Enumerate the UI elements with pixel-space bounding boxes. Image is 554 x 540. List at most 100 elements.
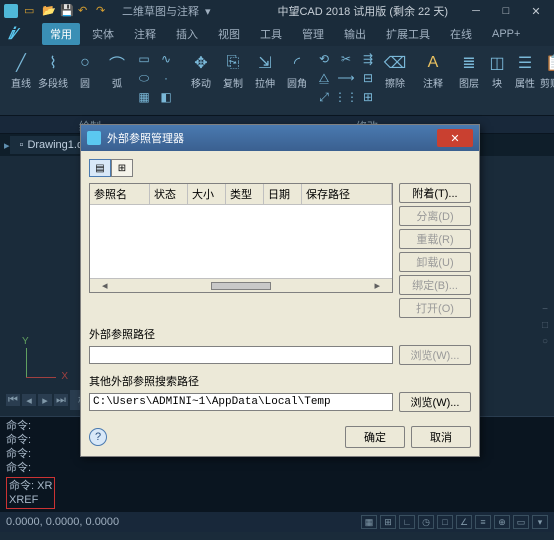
attach-button[interactable]: 附着(T)...	[399, 183, 471, 203]
workspace-label[interactable]: 二维草图与注释	[122, 3, 199, 19]
reload-button[interactable]: 重载(R)	[399, 229, 471, 249]
tab-tools[interactable]: 工具	[252, 23, 290, 45]
line-button[interactable]: ╱直线	[6, 50, 36, 92]
bind-button[interactable]: 绑定(B)...	[399, 275, 471, 295]
xref-path-input[interactable]	[89, 346, 393, 364]
dyn-toggle-icon[interactable]: ⊕	[494, 515, 510, 529]
erase-button[interactable]: ⌫擦除	[380, 50, 410, 92]
rect-icon[interactable]: ▭	[134, 50, 154, 68]
tab-solid[interactable]: 实体	[84, 23, 122, 45]
dialog-close-button[interactable]: ✕	[437, 129, 473, 147]
layer-button[interactable]: ≣图层	[456, 50, 482, 111]
open-icon[interactable]: 📂	[42, 4, 56, 18]
tab-annotate[interactable]: 注释	[126, 23, 164, 45]
mirror-icon[interactable]: ⧋	[314, 69, 334, 87]
view-first-icon[interactable]: ⏮	[6, 394, 20, 406]
otrack-toggle-icon[interactable]: ∠	[456, 515, 472, 529]
side-minus-icon[interactable]: −	[538, 304, 552, 318]
ellipse-icon[interactable]: ⬭	[134, 69, 154, 87]
browse2-button[interactable]: 浏览(W)...	[399, 392, 471, 412]
tab-view[interactable]: 视图	[210, 23, 248, 45]
save-icon[interactable]: 💾	[60, 4, 74, 18]
osnap-toggle-icon[interactable]: □	[437, 515, 453, 529]
array-icon[interactable]: ⋮⋮	[336, 88, 356, 106]
close-button[interactable]: ✕	[522, 3, 550, 19]
workspace-dropdown-icon[interactable]: ▾	[205, 5, 211, 18]
copy-button[interactable]: ⎘复制	[218, 50, 248, 92]
ucs-icon: Y X	[18, 346, 58, 386]
minimize-button[interactable]: ─	[462, 3, 490, 19]
offset-icon[interactable]: ⇶	[358, 50, 378, 68]
help-icon[interactable]: ?	[89, 428, 107, 446]
props-button[interactable]: ☰属性	[512, 50, 538, 111]
col-path[interactable]: 保存路径	[302, 184, 392, 204]
tab-manage[interactable]: 管理	[294, 23, 332, 45]
other-path-input[interactable]	[89, 393, 393, 411]
undo-icon[interactable]: ↶	[78, 4, 92, 18]
arc-button[interactable]: ⌒弧	[102, 50, 132, 92]
list-content[interactable]	[90, 205, 392, 278]
app-logo-small	[4, 4, 18, 18]
tab-express[interactable]: 扩展工具	[378, 23, 438, 45]
col-type[interactable]: 类型	[226, 184, 264, 204]
tab-common[interactable]: 常用	[42, 23, 80, 45]
clipboard-button[interactable]: 📋剪贴板	[540, 50, 554, 111]
ok-button[interactable]: 确定	[345, 426, 405, 448]
polyline-button[interactable]: ⌇多段线	[38, 50, 68, 92]
tree-view-button[interactable]: ⊞	[111, 159, 133, 177]
lwt-toggle-icon[interactable]: ≡	[475, 515, 491, 529]
xref-path-label: 外部参照路径	[89, 326, 471, 342]
tab-online[interactable]: 在线	[442, 23, 480, 45]
detach-button[interactable]: 分离(D)	[399, 206, 471, 226]
cancel-button[interactable]: 取消	[411, 426, 471, 448]
join-icon[interactable]: ⊞	[358, 88, 378, 106]
view-next-icon[interactable]: ▸	[38, 394, 52, 406]
new-icon[interactable]: ▭	[24, 4, 38, 18]
tab-insert[interactable]: 插入	[168, 23, 206, 45]
hatch-icon[interactable]: ▦	[134, 88, 154, 106]
fillet-button[interactable]: ◜圆角	[282, 50, 312, 92]
region-icon[interactable]: ◧	[156, 88, 176, 106]
view-prev-icon[interactable]: ◂	[22, 394, 36, 406]
ortho-toggle-icon[interactable]: ∟	[399, 515, 415, 529]
list-scrollbar[interactable]: ◂▸	[90, 278, 392, 292]
app-menu-button[interactable]: ⅈ⁄	[8, 24, 32, 44]
circle-button[interactable]: ○圆	[70, 50, 100, 92]
col-date[interactable]: 日期	[264, 184, 302, 204]
status-more-icon[interactable]: ▾	[532, 515, 548, 529]
block-button[interactable]: ◫块	[484, 50, 510, 111]
spline-icon[interactable]: ∿	[156, 50, 176, 68]
open-button[interactable]: 打开(O)	[399, 298, 471, 318]
unload-button[interactable]: 卸载(U)	[399, 252, 471, 272]
col-name[interactable]: 参照名	[90, 184, 150, 204]
model-toggle-icon[interactable]: ▭	[513, 515, 529, 529]
cmd-highlight-box: 命令: XR XREF	[6, 477, 55, 509]
point-icon[interactable]: ·	[156, 69, 176, 87]
redo-icon[interactable]: ↷	[96, 4, 110, 18]
erase-icon: ⌫	[384, 52, 406, 74]
move-button[interactable]: ✥移动	[186, 50, 216, 92]
polar-toggle-icon[interactable]: ◷	[418, 515, 434, 529]
xref-list[interactable]: 参照名 状态 大小 类型 日期 保存路径 ◂▸	[89, 183, 393, 293]
props-icon: ☰	[514, 52, 536, 74]
break-icon[interactable]: ⊟	[358, 69, 378, 87]
stretch-button[interactable]: ⇲拉伸	[250, 50, 280, 92]
trim-icon[interactable]: ✂	[336, 50, 356, 68]
list-view-button[interactable]: ▤	[89, 159, 111, 177]
grid-toggle-icon[interactable]: ▦	[361, 515, 377, 529]
tab-app[interactable]: APP+	[484, 25, 528, 43]
text-button[interactable]: A注释	[420, 50, 446, 111]
tab-output[interactable]: 输出	[336, 23, 374, 45]
scale-icon[interactable]: ⤢	[314, 88, 334, 106]
maximize-button[interactable]: □	[492, 3, 520, 19]
browse-button[interactable]: 浏览(W)...	[399, 345, 471, 365]
side-circle-icon[interactable]: ○	[538, 336, 552, 350]
extend-icon[interactable]: ⟶	[336, 69, 356, 87]
rotate-icon[interactable]: ⟲	[314, 50, 334, 68]
view-last-icon[interactable]: ⏭	[54, 394, 68, 406]
snap-toggle-icon[interactable]: ⊞	[380, 515, 396, 529]
col-size[interactable]: 大小	[188, 184, 226, 204]
side-square-icon[interactable]: □	[538, 320, 552, 334]
col-status[interactable]: 状态	[150, 184, 188, 204]
coordinates: 0.0000, 0.0000, 0.0000	[6, 516, 119, 528]
